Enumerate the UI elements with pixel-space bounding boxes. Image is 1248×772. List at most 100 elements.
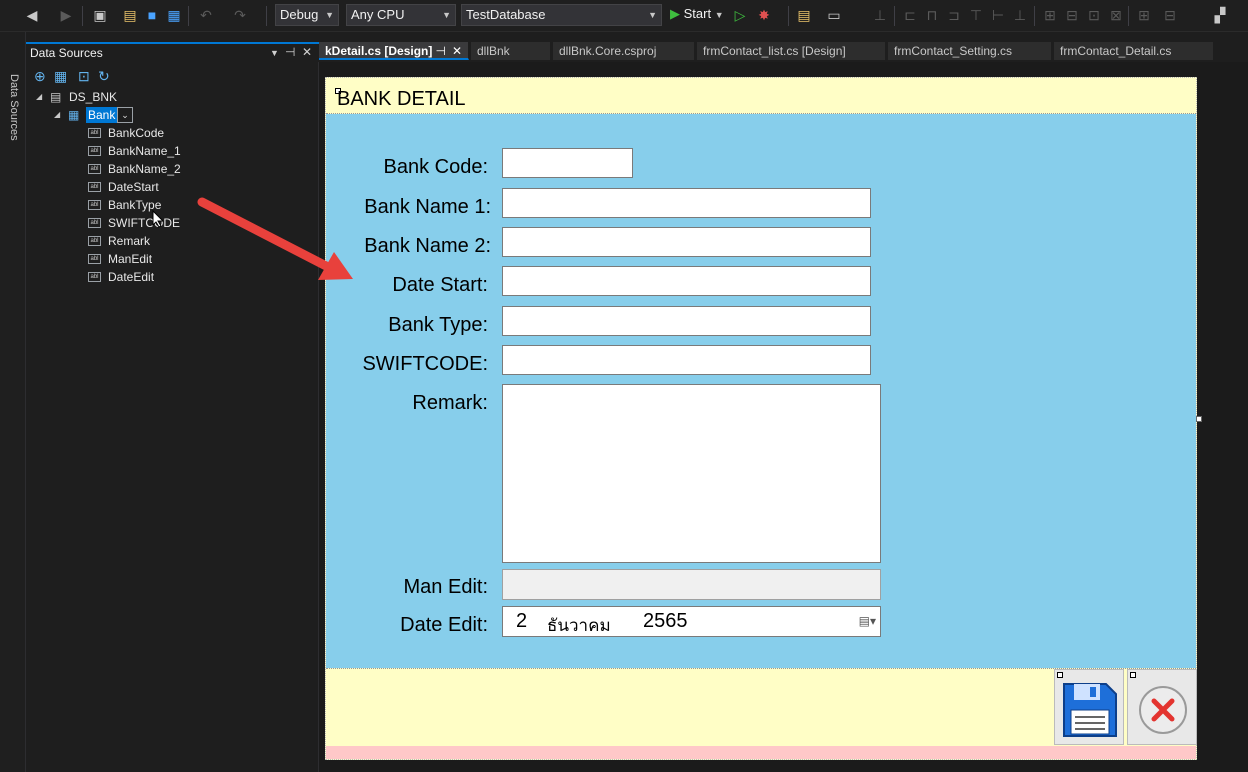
start-debug-button[interactable]: ▶ Start ▼: [670, 6, 724, 26]
document-tab[interactable]: frmContact_Setting.cs: [888, 42, 1052, 60]
swiftcode-field[interactable]: [502, 345, 871, 375]
tree-node-dataset[interactable]: ◢ ▤ DS_BNK: [36, 88, 236, 106]
hot-reload-icon[interactable]: ✸: [754, 6, 774, 24]
textbox-field-icon: abl: [88, 164, 101, 174]
start-without-debug-icon[interactable]: ▷: [730, 6, 750, 24]
cancel-button[interactable]: [1127, 669, 1197, 745]
form-surface: BANK DETAIL Bank Code: Bank Name 1: Bank…: [325, 77, 1197, 760]
date-year: 2565: [643, 610, 688, 632]
redo-icon[interactable]: ↷: [230, 6, 250, 24]
selection-grip[interactable]: [1130, 672, 1136, 678]
man-edit-field[interactable]: [502, 569, 881, 600]
tree-node-table[interactable]: ◢ ▦ Bank ⌄: [54, 106, 254, 124]
date-edit-label: Date Edit:: [400, 614, 488, 636]
tree-field-item[interactable]: abl BankName_2: [88, 160, 268, 178]
add-data-source-icon[interactable]: ⊕: [34, 68, 46, 85]
bank-name-2-field[interactable]: [502, 227, 871, 257]
bank-type-field[interactable]: [502, 306, 871, 336]
close-icon[interactable]: ✕: [302, 45, 312, 59]
align-bottoms-icon[interactable]: ⊥: [1010, 6, 1030, 24]
align-rights-icon[interactable]: ⊐: [944, 6, 964, 24]
data-sources-panel: Data Sources ▼ ⊣ ✕ ⊕ ▦ ⊡ ↻ ◢ ▤ DS_BNK ◢ …: [26, 42, 319, 772]
open-folder-icon[interactable]: ▤: [120, 6, 140, 24]
solution-config-select[interactable]: Debug ▼: [275, 4, 339, 26]
selection-grip[interactable]: [1057, 672, 1063, 678]
chevron-down-icon[interactable]: ⌄: [117, 107, 133, 123]
tree-field-item[interactable]: abl BankName_1: [88, 142, 268, 160]
size-to-grid-icon[interactable]: ⊠: [1106, 6, 1126, 24]
field-label: SWIFTCODE: [108, 216, 180, 230]
calendar-dropdown-icon[interactable]: ▤▾: [859, 614, 876, 628]
close-circle-icon: [1139, 686, 1187, 734]
date-start-field[interactable]: [502, 266, 871, 296]
textbox-field-icon: abl: [88, 254, 101, 264]
form-resize-handle[interactable]: [1196, 416, 1202, 422]
document-tab[interactable]: dllBnk: [471, 42, 551, 60]
table-label: Bank: [86, 107, 118, 123]
bank-code-label: Bank Code:: [383, 156, 488, 178]
field-label: BankName_1: [108, 144, 181, 158]
field-label: DateEdit: [108, 270, 155, 284]
tree-field-item[interactable]: abl BankCode: [88, 124, 268, 142]
new-project-icon[interactable]: ▣: [90, 6, 110, 24]
configure-dataset-icon[interactable]: ⊡: [78, 68, 90, 85]
form-body-panel: Bank Code: Bank Name 1: Bank Name 2: Dat…: [326, 114, 1196, 668]
align-tops-icon[interactable]: ⊤: [966, 6, 986, 24]
expand-icon[interactable]: ◢: [36, 88, 42, 106]
date-edit-picker[interactable]: 2 ธันวาคม 2565 ▤▾: [502, 606, 881, 637]
spacing-icon[interactable]: ⊞: [1134, 6, 1154, 24]
data-sources-side-tab[interactable]: Data Sources: [8, 74, 20, 141]
same-height-icon[interactable]: ⊡: [1084, 6, 1104, 24]
navigate-back-icon[interactable]: ◀: [22, 6, 42, 24]
align-middles-icon[interactable]: ⊢: [988, 6, 1008, 24]
startup-project-select[interactable]: TestDatabase ▼: [461, 4, 662, 26]
man-edit-label: Man Edit:: [403, 576, 488, 598]
remark-label: Remark:: [412, 392, 488, 414]
bank-code-field[interactable]: [502, 148, 633, 178]
undo-icon[interactable]: ↶: [196, 6, 216, 24]
overflow-icon[interactable]: ▞: [1210, 6, 1230, 24]
window-options-icon[interactable]: ▼: [270, 48, 279, 58]
tab-label: frmContact_Setting.cs: [894, 44, 1013, 58]
expand-icon[interactable]: ◢: [54, 106, 60, 124]
navigate-forward-icon[interactable]: ▶: [56, 6, 76, 24]
save-button[interactable]: [1054, 669, 1124, 745]
align-lefts-icon[interactable]: ⊏: [900, 6, 920, 24]
refresh-icon[interactable]: ↻: [98, 68, 110, 85]
same-size-icon[interactable]: ⊞: [1040, 6, 1060, 24]
edit-dataset-icon[interactable]: ▦: [54, 68, 67, 85]
annotation-arrow: [197, 197, 353, 280]
form-designer: BANK DETAIL Bank Code: Bank Name 1: Bank…: [319, 62, 1248, 772]
solution-config-value: Debug: [280, 7, 319, 22]
same-width-icon[interactable]: ⊟: [1062, 6, 1082, 24]
browse-folder-icon[interactable]: ▤: [794, 6, 814, 24]
field-label: Remark: [108, 234, 151, 248]
pin-icon[interactable]: ⊣: [436, 42, 446, 58]
form-footer-panel: [326, 668, 1197, 746]
date-month: ธันวาคม: [547, 616, 611, 635]
document-tab[interactable]: dllBnk.Core.csproj: [553, 42, 695, 60]
tab-label: frmContact_Detail.cs: [1060, 44, 1172, 58]
layout-icon[interactable]: ▭: [824, 6, 844, 24]
textbox-field-icon: abl: [88, 272, 101, 282]
form-header-panel[interactable]: BANK DETAIL: [326, 78, 1196, 114]
platform-select[interactable]: Any CPU ▼: [346, 4, 456, 26]
save-icon[interactable]: ■: [142, 6, 162, 24]
close-icon[interactable]: ✕: [452, 42, 462, 58]
order-icon[interactable]: ⊟: [1160, 6, 1180, 24]
document-tab[interactable]: kDetail.cs [Design] ⊣ ✕: [319, 42, 469, 60]
bank-name-1-field[interactable]: [502, 188, 871, 218]
field-label: DateStart: [108, 180, 159, 194]
pin-icon[interactable]: ⊣: [285, 45, 295, 59]
document-tab[interactable]: frmContact_Detail.cs: [1054, 42, 1214, 60]
tab-label: kDetail.cs [Design]: [325, 44, 433, 58]
remark-textarea[interactable]: [502, 384, 881, 563]
save-all-icon[interactable]: ▦: [164, 6, 184, 24]
tab-label: dllBnk: [477, 44, 510, 58]
align-centers-icon[interactable]: ⊓: [922, 6, 942, 24]
align-grid-icon[interactable]: ⊥: [870, 6, 890, 24]
form-title-label[interactable]: BANK DETAIL: [337, 88, 466, 111]
tab-label: frmContact_list.cs [Design]: [703, 44, 846, 58]
document-tab[interactable]: frmContact_list.cs [Design]: [697, 42, 886, 60]
chevron-down-icon: ▼: [714, 10, 724, 20]
